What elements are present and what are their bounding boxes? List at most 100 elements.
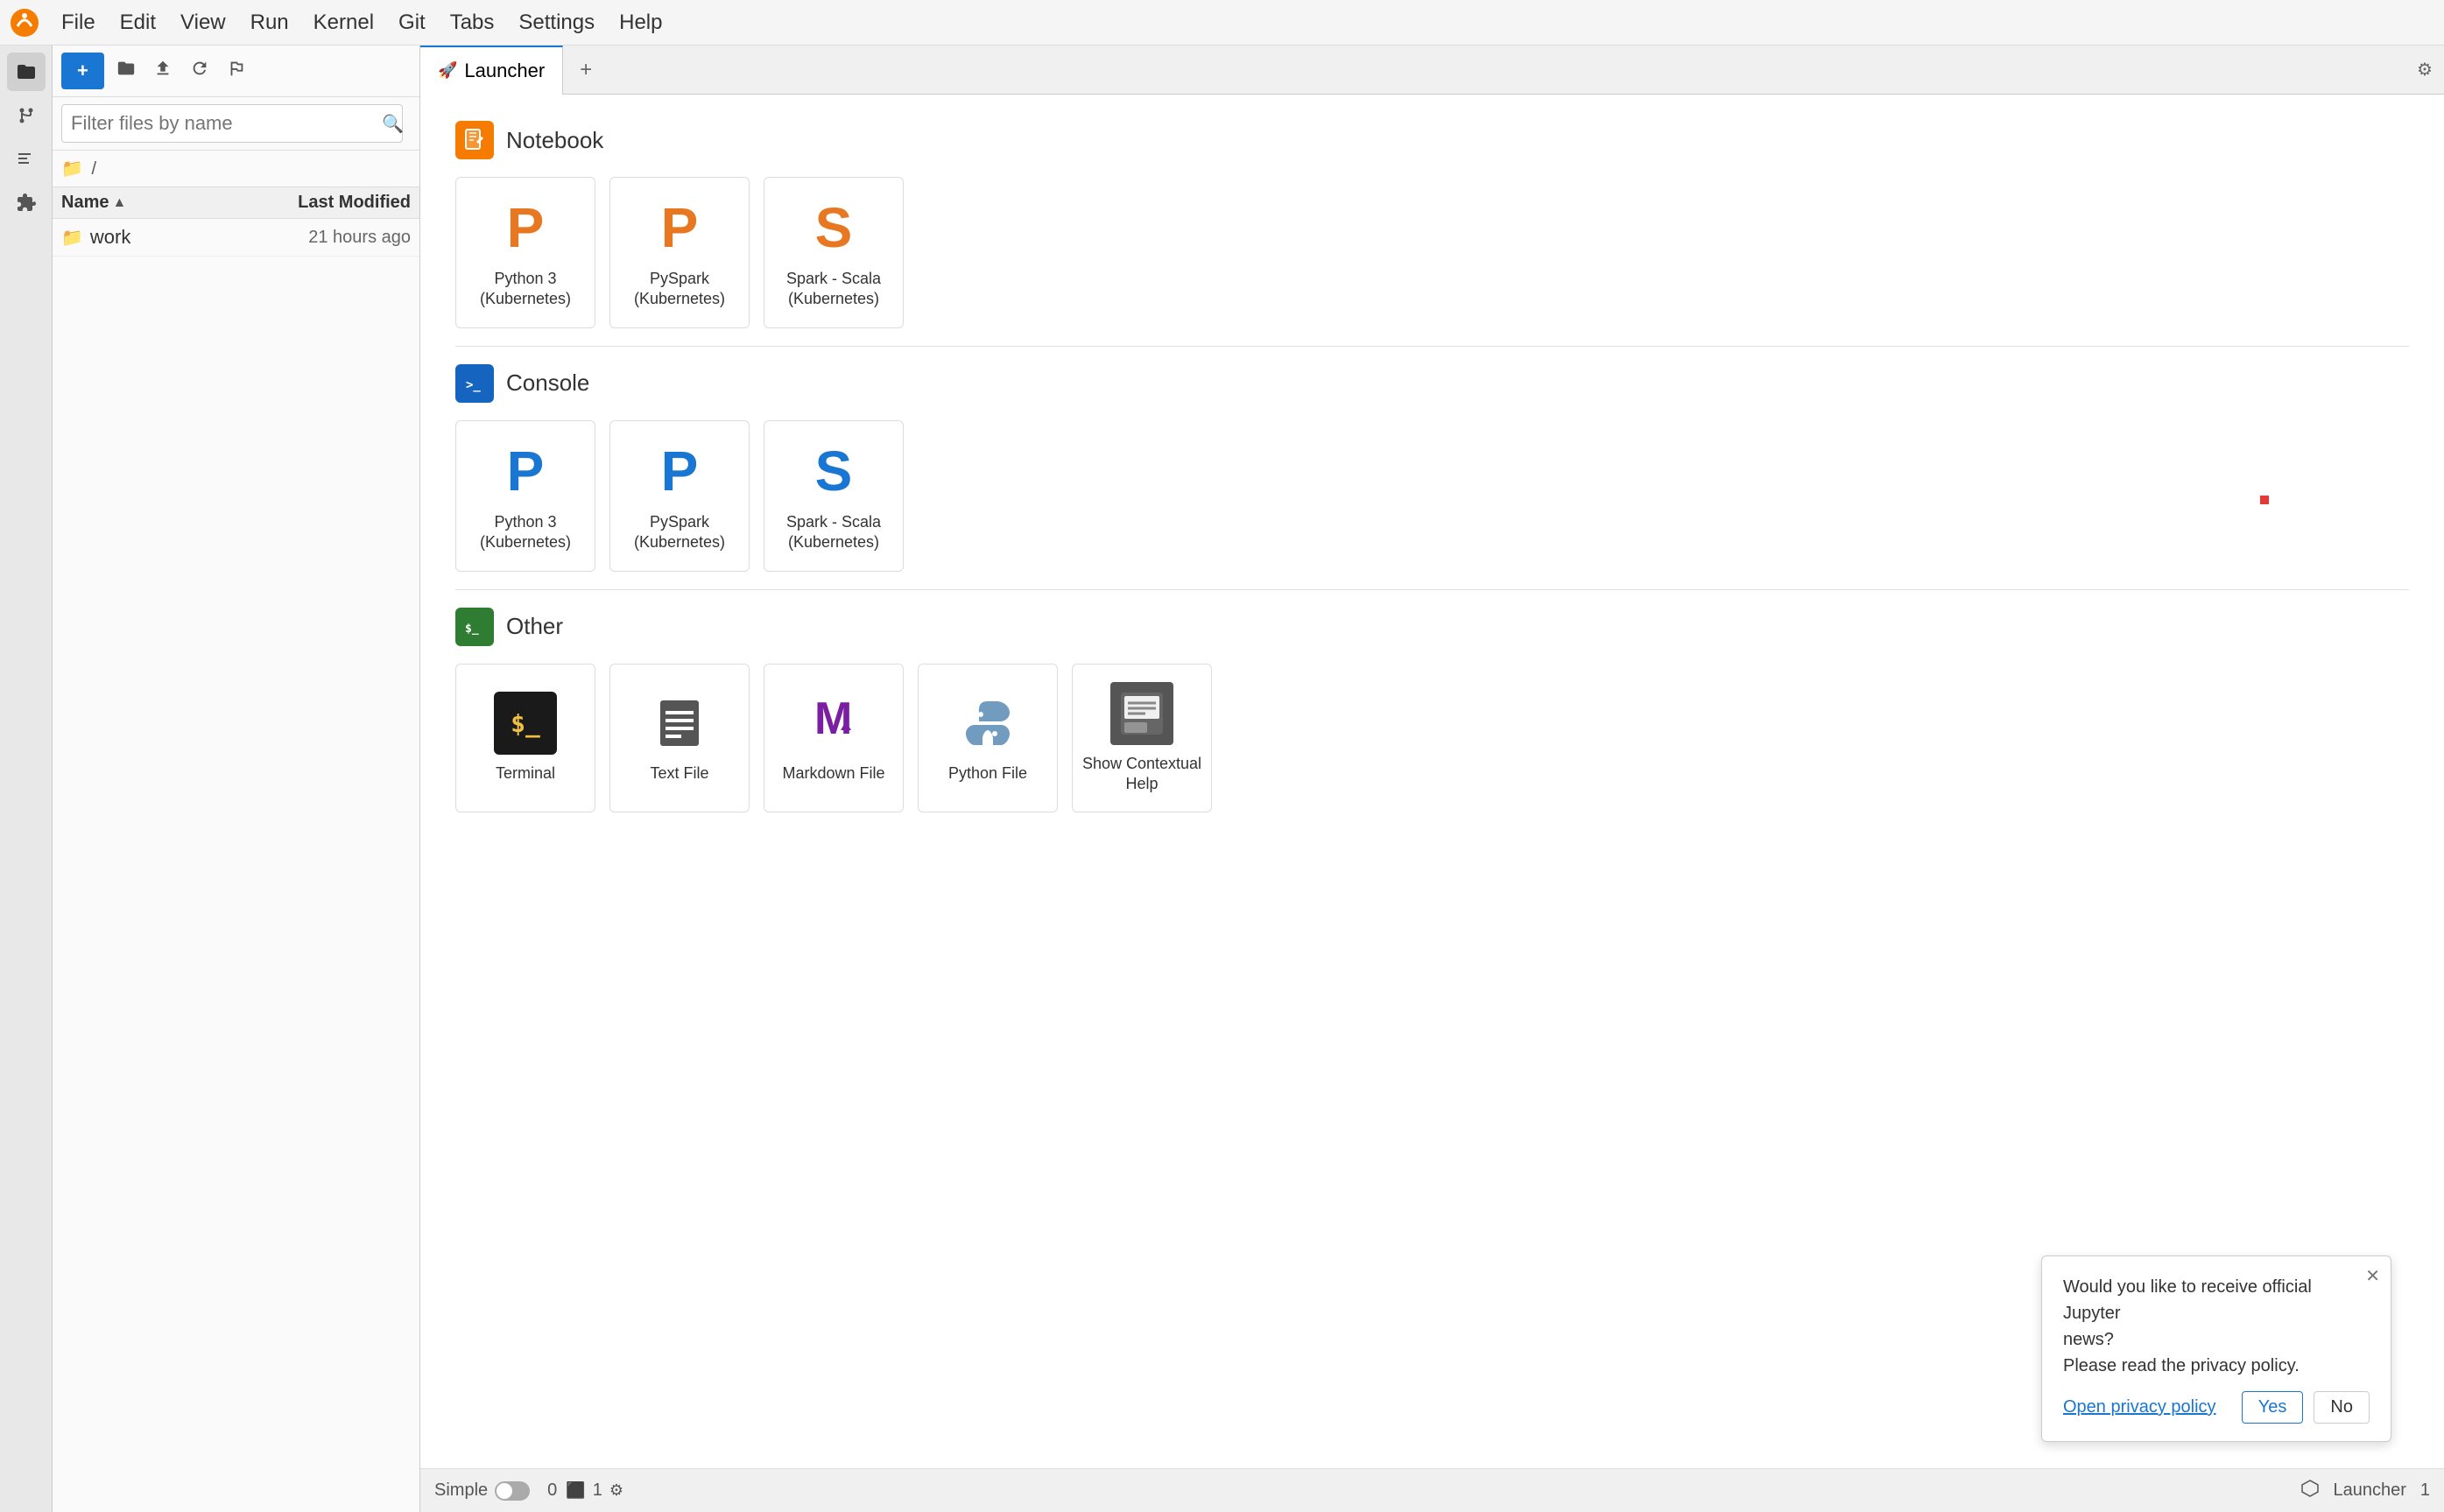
pyspark-console-label: PySpark(Kubernetes) — [634, 512, 725, 553]
menu-file[interactable]: File — [49, 5, 108, 40]
notebook-section-header: Notebook — [455, 121, 2409, 159]
py3-console-card[interactable]: P Python 3(Kubernetes) — [455, 420, 595, 572]
tab-bar: 🚀 Launcher + ⚙ — [420, 46, 2444, 95]
activity-toc[interactable] — [7, 140, 46, 179]
text-file-icon — [648, 692, 711, 755]
console-other-divider — [455, 589, 2409, 590]
search-button[interactable]: 🔍 — [375, 109, 411, 138]
spark-scala-console-icon: S — [815, 439, 853, 503]
launcher-status-label: Launcher — [2333, 1480, 2405, 1501]
python-file-icon — [956, 692, 1019, 755]
py3-console-label: Python 3(Kubernetes) — [480, 512, 571, 553]
menu-help[interactable]: Help — [607, 5, 674, 40]
markdown-file-icon: M — [802, 692, 865, 755]
python-file-label: Python File — [948, 763, 1027, 784]
terminal-label: Terminal — [496, 763, 555, 784]
markdown-file-card[interactable]: M Markdown File — [764, 664, 904, 813]
console-cards-row: P Python 3(Kubernetes) P PySpark(Kuberne… — [455, 420, 2409, 572]
menu-tabs[interactable]: Tabs — [438, 5, 507, 40]
pyspark-notebook-label: PySpark(Kubernetes) — [634, 269, 725, 310]
menu-git[interactable]: Git — [386, 5, 438, 40]
spark-scala-notebook-label: Spark - Scala(Kubernetes) — [786, 269, 881, 310]
kernel-square-icon: ⬛ — [566, 1481, 585, 1500]
simple-mode-toggle[interactable]: Simple — [434, 1480, 530, 1501]
menu-run[interactable]: Run — [238, 5, 301, 40]
pyspark-console-card[interactable]: P PySpark(Kubernetes) — [609, 420, 750, 572]
text-file-label: Text File — [650, 763, 708, 784]
git-button[interactable] — [222, 53, 251, 88]
new-folder-button[interactable] — [111, 53, 141, 88]
file-row[interactable]: 📁 work 21 hours ago — [53, 219, 419, 257]
notebook-section-title: Notebook — [506, 127, 603, 154]
notebook-console-divider — [455, 346, 2409, 347]
file-list-header: Name ▲ Last Modified — [53, 187, 419, 219]
svg-text:>_: >_ — [466, 378, 481, 392]
python-file-card[interactable]: Python File — [918, 664, 1058, 813]
contextual-help-label: Show Contextual Help — [1081, 754, 1202, 795]
privacy-policy-link[interactable]: Open privacy policy — [2063, 1397, 2231, 1417]
folder-icon: 📁 — [61, 227, 83, 249]
status-bar: Simple 0 ⬛ 1 ⚙ Launcher 1 — [420, 1468, 2444, 1512]
file-panel: + + 🔍 📁 / Name — [53, 46, 420, 1512]
notification-actions: Open privacy policy Yes No — [2063, 1391, 2370, 1424]
notification-close-button[interactable]: ✕ — [2365, 1265, 2380, 1287]
contextual-help-card[interactable]: Show Contextual Help — [1072, 664, 1212, 813]
menubar: File Edit View Run Kernel Git Tabs Setti… — [0, 0, 2444, 46]
other-section-icon: $_ — [455, 608, 494, 646]
terminal-status-icon: ⚙ — [609, 1481, 623, 1500]
spark-scala-notebook-icon: S — [815, 195, 853, 260]
file-panel-toolbar: + + — [53, 46, 419, 97]
file-name: work — [90, 226, 253, 249]
menu-edit[interactable]: Edit — [108, 5, 168, 40]
content-area: 🚀 Launcher + ⚙ Notebook P Python 3(Kuber… — [420, 46, 2444, 1512]
notification-yes-button[interactable]: Yes — [2242, 1391, 2304, 1424]
menu-settings[interactable]: Settings — [506, 5, 607, 40]
svg-text:$_: $_ — [465, 622, 479, 636]
notebook-cards-row: P Python 3(Kubernetes) P PySpark(Kuberne… — [455, 177, 2409, 328]
breadcrumb: 📁 / — [53, 151, 419, 187]
activity-git[interactable] — [7, 96, 46, 135]
settings-gear-icon[interactable]: ⚙ — [2405, 51, 2444, 89]
terminal-icon: $_ — [494, 692, 557, 755]
search-bar: 🔍 — [53, 97, 419, 151]
toggle-track[interactable] — [495, 1481, 530, 1501]
other-cards-row: $_ Terminal Text F — [455, 664, 2409, 813]
terminal-card[interactable]: $_ Terminal — [455, 664, 595, 813]
file-modified: 21 hours ago — [253, 228, 411, 248]
kernel-count: 0 — [547, 1480, 557, 1501]
console-section-title: Console — [506, 369, 589, 397]
activity-files[interactable] — [7, 53, 46, 91]
app-logo — [9, 7, 40, 39]
search-input[interactable] — [61, 104, 403, 143]
refresh-button[interactable] — [185, 53, 215, 88]
spark-scala-notebook-card[interactable]: S Spark - Scala(Kubernetes) — [764, 177, 904, 328]
console-section-icon: >_ — [455, 364, 494, 403]
launcher-tab-label: Launcher — [464, 60, 545, 82]
notification-popup: ✕ Would you like to receive official Jup… — [2041, 1255, 2391, 1442]
notification-no-button[interactable]: No — [2314, 1391, 2370, 1424]
modified-column-header[interactable]: Last Modified — [253, 193, 411, 213]
sort-arrow-icon: ▲ — [112, 195, 126, 211]
contextual-help-icon — [1110, 682, 1173, 745]
launcher-tab[interactable]: 🚀 Launcher — [420, 46, 563, 95]
git-status-icon — [2301, 1480, 2319, 1502]
menu-kernel[interactable]: Kernel — [301, 5, 386, 40]
spark-scala-console-card[interactable]: S Spark - Scala(Kubernetes) — [764, 420, 904, 572]
pyspark-console-icon: P — [661, 439, 699, 503]
pyspark-notebook-icon: P — [661, 195, 699, 260]
new-tab-button[interactable]: + — [567, 51, 605, 89]
name-column-header[interactable]: Name ▲ — [61, 193, 253, 213]
activity-extensions[interactable] — [7, 184, 46, 222]
text-file-card[interactable]: Text File — [609, 664, 750, 813]
pyspark-notebook-card[interactable]: P PySpark(Kubernetes) — [609, 177, 750, 328]
py3-notebook-icon: P — [507, 195, 545, 260]
new-button[interactable]: + + — [61, 53, 104, 89]
py3-console-icon: P — [507, 439, 545, 503]
main-layout: + + 🔍 📁 / Name — [0, 46, 2444, 1512]
upload-button[interactable] — [148, 53, 178, 88]
py3-notebook-card[interactable]: P Python 3(Kubernetes) — [455, 177, 595, 328]
notification-message: Would you like to receive official Jupyt… — [2063, 1274, 2370, 1379]
other-section-header: $_ Other — [455, 608, 2409, 646]
py3-notebook-label: Python 3(Kubernetes) — [480, 269, 571, 310]
menu-view[interactable]: View — [168, 5, 238, 40]
